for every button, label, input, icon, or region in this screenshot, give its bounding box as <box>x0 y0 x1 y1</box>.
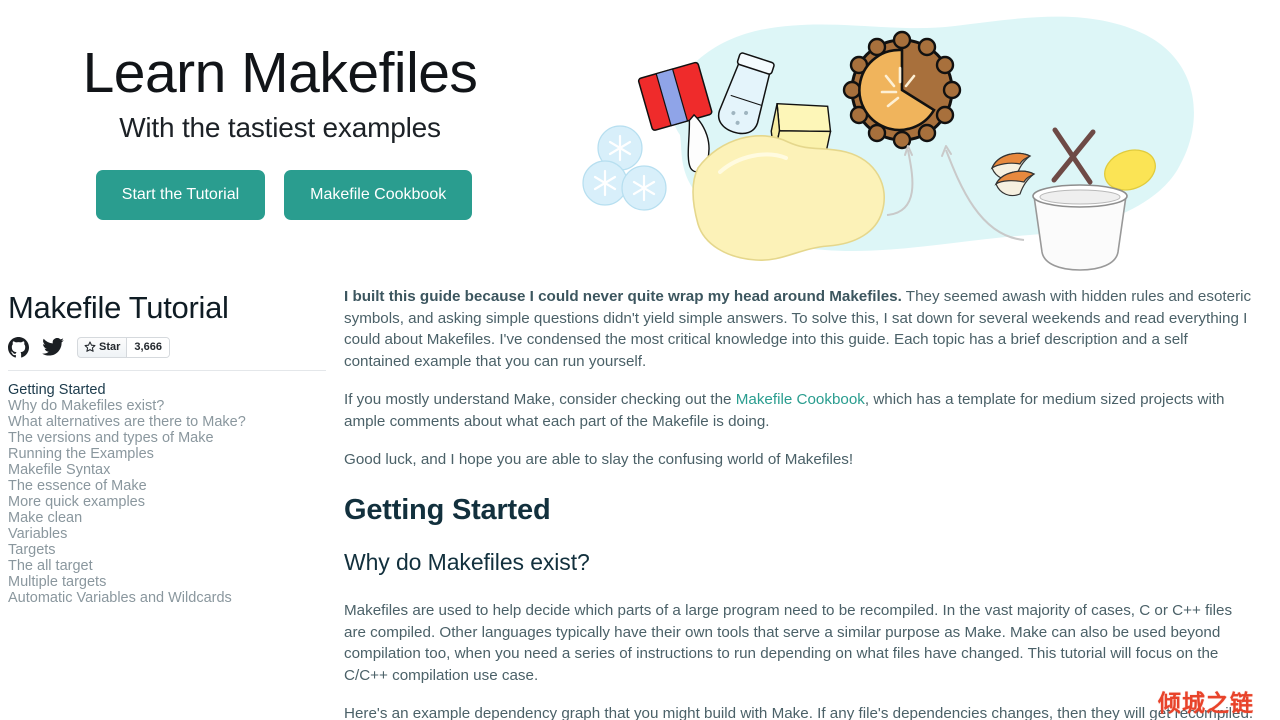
ice-cubes-icon <box>582 125 667 211</box>
star-text: Star <box>99 341 121 353</box>
makefiles-purpose-paragraph: Makefiles are used to help decide which … <box>344 602 1233 684</box>
goodluck-paragraph: Good luck, and I hope you are able to sl… <box>344 451 854 469</box>
sidebar-divider <box>8 370 326 371</box>
sidebar-item-the-all-target[interactable]: The all target <box>8 558 330 574</box>
intro-paragraph: I built this guide because I could never… <box>344 286 1254 372</box>
makefile-cookbook-button[interactable]: Makefile Cookbook <box>284 169 473 220</box>
page-title: Learn Makefiles <box>82 41 478 105</box>
github-star-button[interactable]: Star 3,666 <box>77 336 170 358</box>
sidebar-item-more-quick-examples[interactable]: More quick examples <box>8 494 330 510</box>
sidebar-item-what-alternatives[interactable]: What alternatives are there to Make? <box>8 414 330 430</box>
page-subtitle: With the tastiest examples <box>119 111 441 143</box>
sidebar-item-multiple-targets[interactable]: Multiple targets <box>8 574 330 590</box>
sidebar-item-variables[interactable]: Variables <box>8 526 330 542</box>
twitter-icon[interactable] <box>42 338 64 356</box>
sidebar-item-targets[interactable]: Targets <box>8 542 330 558</box>
start-tutorial-button[interactable]: Start the Tutorial <box>95 169 266 220</box>
heading-why-do-makefiles-exist: Why do Makefiles exist? <box>344 549 590 576</box>
sidebar-badges: Star 3,666 <box>8 336 330 358</box>
intro-bold: I built this guide because I could never… <box>344 288 902 305</box>
hero-illustration <box>582 16 1194 271</box>
sidebar-item-why-do-makefiles-exist[interactable]: Why do Makefiles exist? <box>8 398 330 414</box>
page-body: Makefile Tutorial Star 3,666 Getting Sta… <box>0 272 1280 720</box>
main-content: I built this guide because I could never… <box>340 272 1280 720</box>
sidebar-item-running-the-examples[interactable]: Running the Examples <box>8 446 330 462</box>
sidebar-item-makefile-syntax[interactable]: Makefile Syntax <box>8 462 330 478</box>
sidebar-item-versions-and-types[interactable]: The versions and types of Make <box>8 430 330 446</box>
sidebar-item-essence-of-make[interactable]: The essence of Make <box>8 478 330 494</box>
sidebar-title: Makefile Tutorial <box>8 290 229 325</box>
star-count: 3,666 <box>127 337 169 357</box>
heading-getting-started: Getting Started <box>344 494 551 527</box>
star-label: Star <box>78 337 128 357</box>
star-icon <box>84 341 96 352</box>
sidebar-nav: Getting Started Why do Makefiles exist? … <box>8 382 330 606</box>
hero-text-block: Learn Makefiles With the tastiest exampl… <box>0 0 560 220</box>
sidebar: Makefile Tutorial Star 3,666 Getting Sta… <box>0 272 340 720</box>
sidebar-item-make-clean[interactable]: Make clean <box>8 510 330 526</box>
github-icon[interactable] <box>8 336 29 358</box>
sidebar-item-getting-started[interactable]: Getting Started <box>8 382 330 398</box>
sidebar-item-automatic-variables[interactable]: Automatic Variables and Wildcards <box>8 590 330 606</box>
dependency-graph-paragraph: Here's an example dependency graph that … <box>344 705 1254 720</box>
cookbook-before: If you mostly understand Make, consider … <box>344 391 736 409</box>
mixing-bowl-icon <box>1032 184 1128 271</box>
hero-button-group: Start the Tutorial Makefile Cookbook <box>0 169 560 220</box>
cookbook-paragraph: If you mostly understand Make, consider … <box>344 389 1254 432</box>
hero-section: Learn Makefiles With the tastiest exampl… <box>0 0 1280 272</box>
makefile-cookbook-link[interactable]: Makefile Cookbook <box>736 391 865 408</box>
